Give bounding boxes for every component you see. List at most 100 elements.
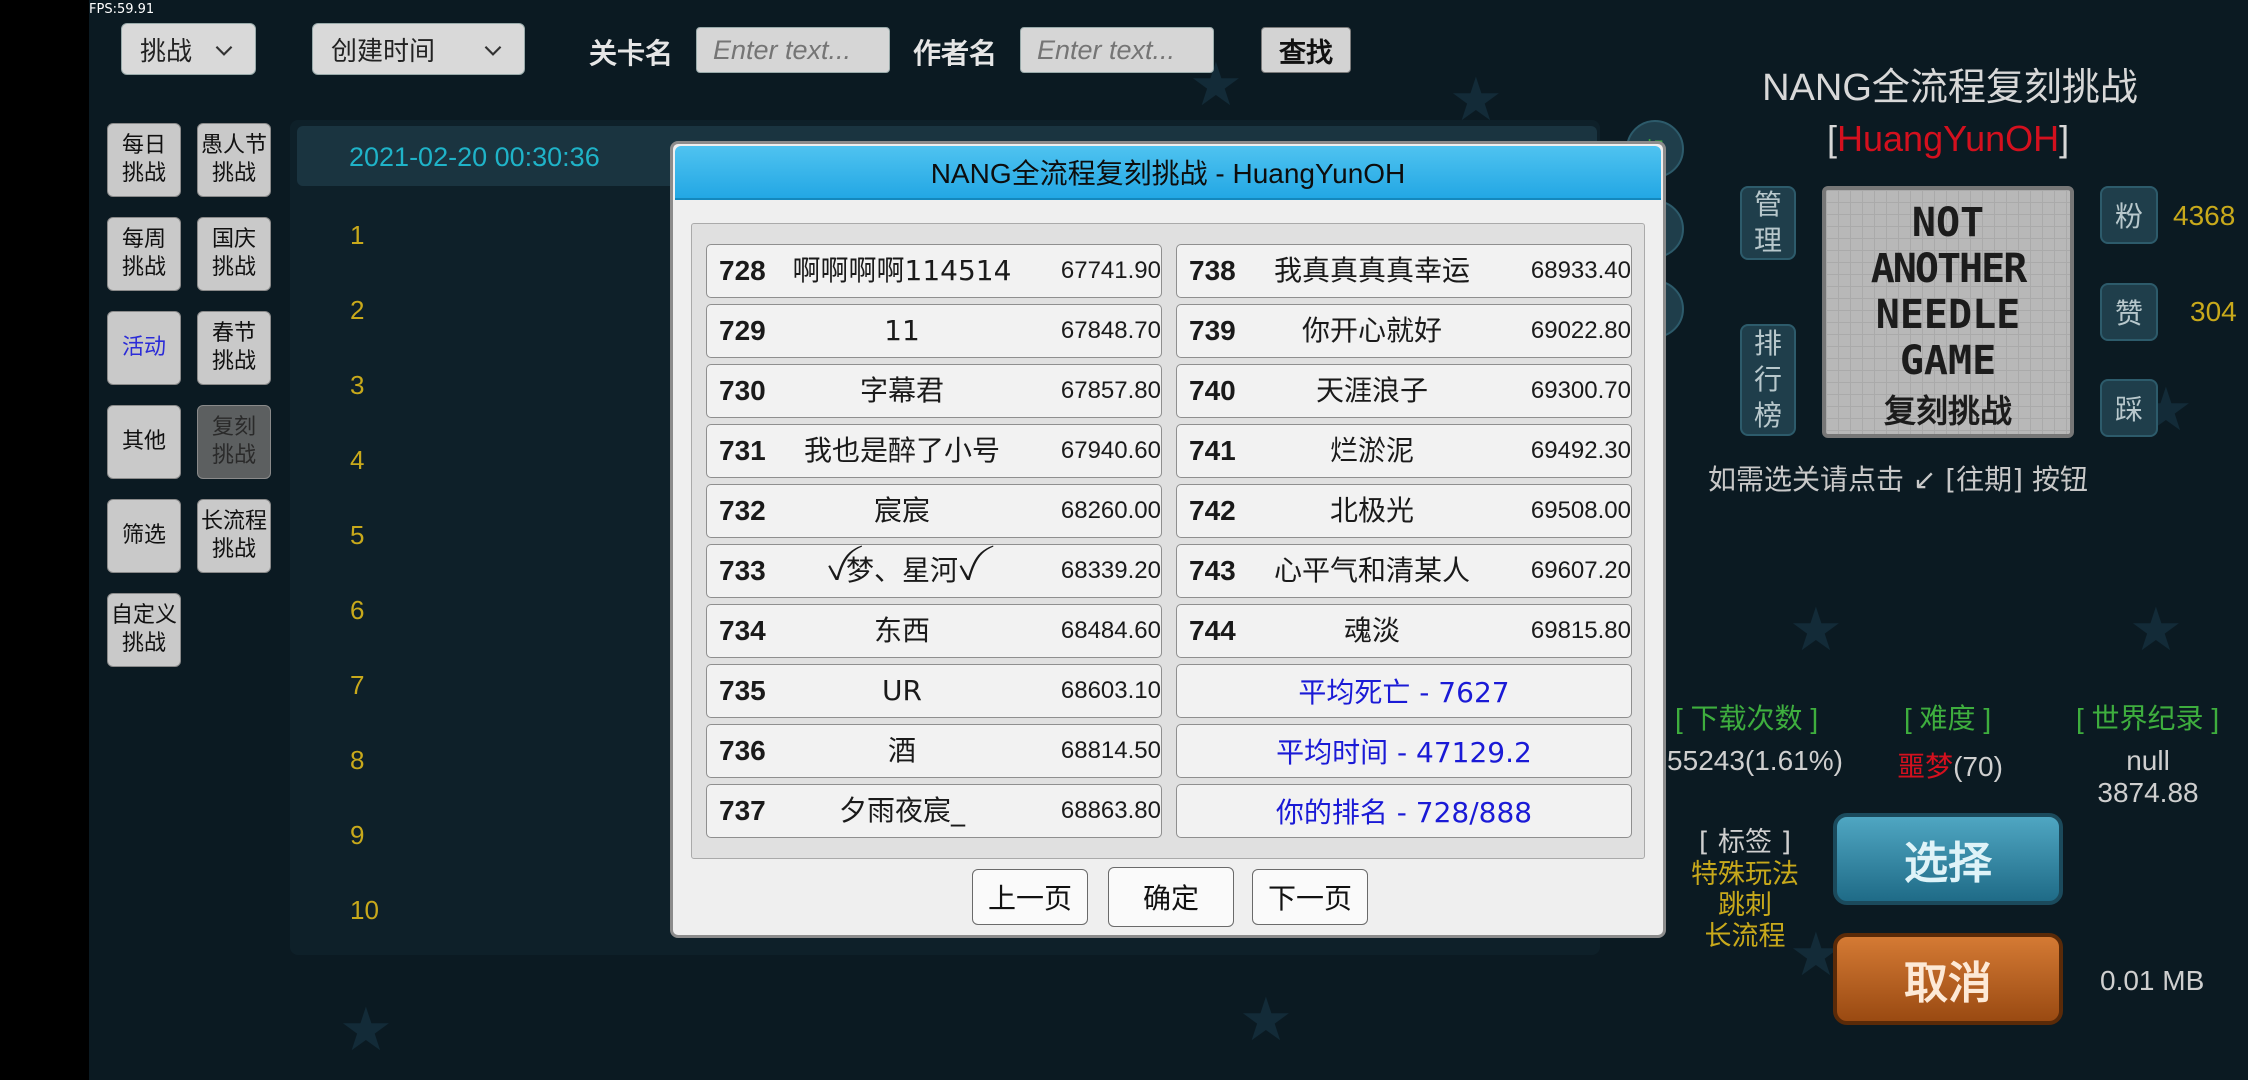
category-dropdown-value: 挑战 — [140, 36, 193, 67]
rank-number: 732 — [719, 495, 766, 526]
player-name: 11 — [884, 314, 920, 347]
cover-text: NEEDLE — [1875, 292, 2021, 338]
sort-dropdown-value: 创建时间 — [331, 36, 436, 67]
sidebar-item-daily[interactable]: 每日 挑战 — [107, 123, 181, 197]
next-page-button[interactable]: 下一页 — [1252, 869, 1368, 925]
player-name: 宸宸 — [873, 494, 930, 527]
like-button[interactable]: 赞 — [2100, 283, 2158, 341]
sidebar-item-spring-festival[interactable]: 春节 挑战 — [197, 311, 271, 385]
leaderboard-row: 728 啊啊啊啊114514 67741.90 — [706, 244, 1162, 298]
player-name: 你开心就好 — [1301, 314, 1442, 347]
player-time: 68484.60 — [1060, 617, 1161, 644]
rank-number: 742 — [1189, 495, 1236, 526]
dislike-button[interactable]: 踩 — [2100, 379, 2158, 437]
leaderboard-row: 732 宸宸 68260.00 — [706, 484, 1162, 538]
player-name: ꪜ梦、星河ꪜ — [826, 554, 978, 587]
player-name: 啊啊啊啊114514 — [792, 254, 1012, 287]
player-time: 67940.60 — [1060, 437, 1161, 464]
rank-number: 733 — [719, 555, 766, 586]
find-button[interactable]: 查找 — [1261, 27, 1351, 73]
list-item-number[interactable]: 6 — [350, 595, 364, 626]
challenge-title: NANG全流程复刻挑战 — [1762, 67, 2138, 109]
list-item-number[interactable]: 3 — [350, 370, 364, 401]
rank-number: 734 — [719, 615, 766, 646]
player-name: 东西 — [873, 614, 930, 647]
sidebar-item-weekly[interactable]: 每周 挑战 — [107, 217, 181, 291]
list-item-number[interactable]: 10 — [350, 895, 379, 926]
player-name: 夕雨夜宸_ — [838, 794, 965, 827]
cover-text: NOT — [1911, 200, 1985, 246]
world-record-time: 3874.88 — [2097, 777, 2199, 808]
leaderboard-table: 728 啊啊啊啊114514 67741.90 729 11 67848.70 730 字… — [691, 223, 1645, 859]
author-bracket-close: ] — [2059, 118, 2070, 159]
fans-button[interactable]: 粉 — [2100, 186, 2158, 244]
player-name: 心平气和清某人 — [1273, 554, 1470, 587]
list-item-number[interactable]: 2 — [350, 295, 364, 326]
player-name: 烂淤泥 — [1329, 434, 1414, 467]
select-button[interactable]: 选择 — [1833, 813, 2063, 905]
player-name: 我也是醉了小号 — [803, 434, 1000, 467]
sidebar-item-other[interactable]: 其他 — [107, 405, 181, 479]
author-name[interactable]: HuangYunOH — [1837, 118, 2059, 159]
level-name-input[interactable] — [696, 27, 890, 73]
leaderboard-row: 743 心平气和清某人 69607.20 — [1176, 544, 1632, 598]
prev-page-button[interactable]: 上一页 — [972, 869, 1088, 925]
sidebar-item-april-fools[interactable]: 愚人节 挑战 — [197, 123, 271, 197]
sidebar-item-national-day[interactable]: 国庆 挑战 — [197, 217, 271, 291]
file-size: 0.01 MB — [2100, 965, 2205, 996]
player-name: 我真真真真幸运 — [1273, 254, 1470, 287]
player-time: 69815.80 — [1530, 617, 1631, 644]
sidebar-item-remake[interactable]: 复刻 挑战 — [197, 405, 271, 479]
list-item-number[interactable]: 9 — [350, 820, 364, 851]
leaderboard-row: 741 烂淤泥 69492.30 — [1176, 424, 1632, 478]
leaderboard-dialog: NANG全流程复刻挑战 - HuangYunOH 728 啊啊啊啊114514 67… — [670, 141, 1666, 938]
leaderboard-row: 735 UR 68603.10 — [706, 664, 1162, 718]
bg-star-icon: ★ — [2129, 595, 2183, 665]
cover-text: GAME — [1899, 338, 1997, 384]
cover-text: 复刻挑战 — [1883, 392, 2012, 430]
player-name: 酒 — [887, 734, 916, 767]
challenge-author: [HuangYunOH] — [1827, 118, 2070, 160]
player-time: 69508.00 — [1530, 497, 1631, 524]
difficulty-value: 噩梦(70) — [1880, 745, 2020, 785]
sidebar-item-filter[interactable]: 筛选 — [107, 499, 181, 573]
rank-number: 739 — [1189, 315, 1236, 346]
author-name-input[interactable] — [1020, 27, 1214, 73]
bg-star-icon: ★ — [1789, 595, 1843, 665]
player-time: 69492.30 — [1530, 437, 1631, 464]
sidebar-item-long-process[interactable]: 长流程 挑战 — [197, 499, 271, 573]
player-name: 字幕君 — [859, 374, 944, 407]
list-date: 2021-02-20 00:30:36 — [349, 142, 600, 172]
list-item-number[interactable]: 1 — [350, 220, 364, 251]
sidebar-item-event[interactable]: 活动 — [107, 311, 181, 385]
leaderboard-row: 742 北极光 69508.00 — [1176, 484, 1632, 538]
rank-number: 728 — [719, 255, 766, 286]
list-item-number[interactable]: 5 — [350, 520, 364, 551]
sort-dropdown[interactable]: 创建时间 — [312, 23, 525, 75]
leaderboard-row: 730 字幕君 67857.80 — [706, 364, 1162, 418]
player-time: 67848.70 — [1060, 317, 1161, 344]
leaderboard-button[interactable]: 排 行 榜 — [1740, 324, 1796, 436]
sidebar-item-custom[interactable]: 自定义 挑战 — [107, 593, 181, 667]
player-time: 67857.80 — [1060, 377, 1161, 404]
list-item-number[interactable]: 7 — [350, 670, 364, 701]
difficulty-level: (70) — [1953, 751, 2003, 782]
leaderboard-row: 744 魂淡 69815.80 — [1176, 604, 1632, 658]
difficulty-header: [ 难度 ] — [1904, 703, 1992, 734]
confirm-button[interactable]: 确定 — [1108, 867, 1234, 927]
list-item-number[interactable]: 4 — [350, 445, 364, 476]
leaderboard-row: 731 我也是醉了小号 67940.60 — [706, 424, 1162, 478]
world-record-header: [ 世界纪录 ] — [2076, 703, 2220, 734]
list-item-number[interactable]: 8 — [350, 745, 364, 776]
rank-number: 736 — [719, 735, 766, 766]
fans-count: 4368 — [2173, 200, 2236, 231]
leaderboard-row: 734 东西 68484.60 — [706, 604, 1162, 658]
category-dropdown[interactable]: 挑战 — [121, 23, 256, 75]
cancel-button[interactable]: 取消 — [1833, 933, 2063, 1025]
average-time: 平均时间 - 47129.2 — [1176, 724, 1632, 778]
chevron-down-icon — [215, 45, 233, 56]
manage-button[interactable]: 管 理 — [1740, 186, 1796, 260]
rank-number: 741 — [1189, 435, 1236, 466]
player-time: 69607.20 — [1530, 557, 1631, 584]
player-time: 68863.80 — [1060, 797, 1161, 824]
